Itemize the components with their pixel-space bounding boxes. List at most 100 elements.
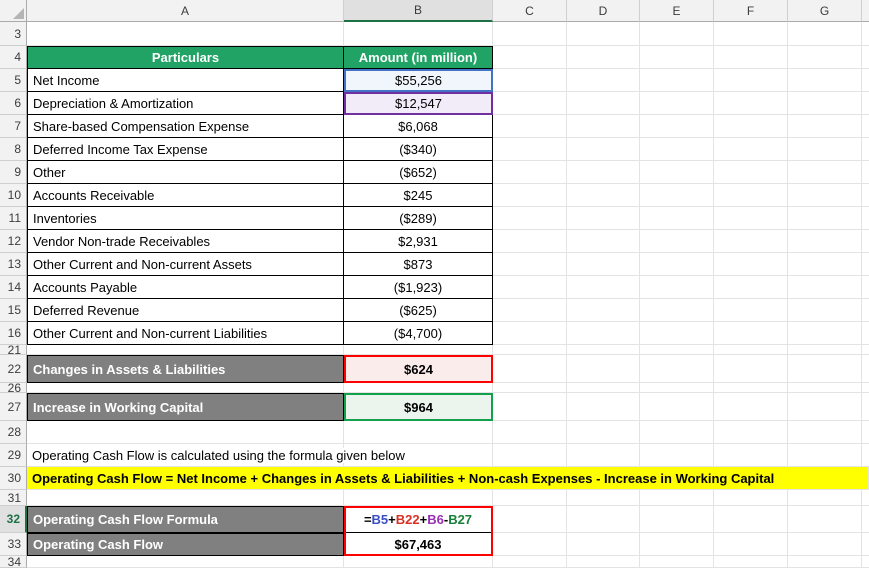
cell-a9-label[interactable]: Other — [27, 161, 344, 184]
grid-cell[interactable] — [714, 355, 788, 383]
col-header-d[interactable]: D — [567, 0, 640, 22]
cell-a14-label[interactable]: Accounts Payable — [27, 276, 344, 299]
grid-cell[interactable] — [567, 69, 640, 92]
grid-cell[interactable] — [788, 46, 862, 69]
grid-cell[interactable] — [862, 556, 869, 568]
col-header-e[interactable]: E — [640, 0, 714, 22]
cell-a4-particulars-header[interactable]: Particulars — [27, 46, 344, 69]
cell-a27-wc-label[interactable]: Increase in Working Capital — [27, 393, 344, 421]
col-header-a[interactable]: A — [27, 0, 344, 22]
row-header-12[interactable]: 12 — [0, 230, 27, 253]
col-header-partial[interactable] — [862, 0, 869, 22]
grid-cell[interactable] — [788, 22, 862, 46]
grid-cell[interactable] — [567, 115, 640, 138]
grid-cell[interactable] — [640, 490, 714, 506]
row-header-4[interactable]: 4 — [0, 46, 27, 69]
grid-cell[interactable] — [862, 299, 869, 322]
grid-cell[interactable] — [493, 115, 567, 138]
col-header-g[interactable]: G — [788, 0, 862, 22]
grid-cell[interactable] — [862, 506, 869, 533]
grid-cell[interactable] — [862, 444, 869, 467]
cell-a30-highlighted-formula[interactable]: Operating Cash Flow = Net Income + Chang… — [27, 467, 869, 490]
grid-cell[interactable] — [640, 393, 714, 421]
grid-cell[interactable] — [714, 161, 788, 184]
cell-a29-note[interactable]: Operating Cash Flow is calculated using … — [27, 444, 405, 467]
grid-cell[interactable] — [640, 184, 714, 207]
grid-cell[interactable] — [788, 355, 862, 383]
grid-cell[interactable] — [714, 345, 788, 355]
grid-cell[interactable] — [714, 22, 788, 46]
grid-cell[interactable] — [714, 421, 788, 444]
grid-cell[interactable] — [862, 207, 869, 230]
grid-cell[interactable] — [640, 92, 714, 115]
grid-cell[interactable] — [567, 207, 640, 230]
grid-cell[interactable] — [640, 345, 714, 355]
grid-cell[interactable] — [640, 69, 714, 92]
grid-cell[interactable] — [567, 383, 640, 393]
grid-cell[interactable] — [567, 556, 640, 568]
row-header-5[interactable]: 5 — [0, 69, 27, 92]
grid-cell[interactable] — [493, 345, 567, 355]
grid-cell[interactable] — [862, 230, 869, 253]
grid-cell[interactable] — [788, 421, 862, 444]
grid-cell[interactable] — [714, 230, 788, 253]
row-header-27[interactable]: 27 — [0, 393, 27, 421]
grid-cell[interactable] — [567, 421, 640, 444]
grid-cell[interactable] — [714, 138, 788, 161]
grid-cell[interactable] — [862, 92, 869, 115]
grid-cell[interactable] — [862, 253, 869, 276]
grid-cell[interactable] — [862, 46, 869, 69]
grid-cell[interactable] — [567, 253, 640, 276]
row-header-13[interactable]: 13 — [0, 253, 27, 276]
grid-cell[interactable] — [788, 184, 862, 207]
col-header-c[interactable]: C — [493, 0, 567, 22]
grid-cell[interactable] — [493, 207, 567, 230]
grid-cell[interactable] — [788, 506, 862, 533]
grid-cell[interactable] — [493, 383, 567, 393]
row-header-26[interactable]: 26 — [0, 383, 27, 393]
grid-cell[interactable] — [862, 322, 869, 345]
grid-cell[interactable] — [862, 355, 869, 383]
grid-cell[interactable] — [640, 22, 714, 46]
grid-cell[interactable] — [344, 490, 493, 506]
row-header-10[interactable]: 10 — [0, 184, 27, 207]
grid-cell[interactable] — [493, 421, 567, 444]
cell-b32-formula[interactable]: = B5 + B22 + B6 - B27 — [344, 506, 493, 533]
row-header-3[interactable]: 3 — [0, 22, 27, 46]
cell-a6-label[interactable]: Depreciation & Amortization — [27, 92, 344, 115]
grid-cell[interactable] — [714, 444, 788, 467]
grid-cell[interactable] — [714, 92, 788, 115]
grid-cell[interactable] — [862, 383, 869, 393]
grid-cell[interactable] — [493, 46, 567, 69]
cell-a5-label[interactable]: Net Income — [27, 69, 344, 92]
grid-cell[interactable] — [344, 345, 493, 355]
grid-cell[interactable] — [788, 230, 862, 253]
cell-b8-value[interactable]: ($340) — [344, 138, 493, 161]
grid-cell[interactable] — [567, 161, 640, 184]
grid-cell[interactable] — [714, 276, 788, 299]
grid-cell[interactable] — [714, 322, 788, 345]
grid-cell[interactable] — [862, 22, 869, 46]
grid-cell[interactable] — [493, 69, 567, 92]
grid-cell[interactable] — [714, 533, 788, 556]
cell-b4-amount-header[interactable]: Amount (in million) — [344, 46, 493, 69]
row-header-9[interactable]: 9 — [0, 161, 27, 184]
grid-cell[interactable] — [714, 253, 788, 276]
cell-a15-label[interactable]: Deferred Revenue — [27, 299, 344, 322]
grid-cell[interactable] — [862, 533, 869, 556]
cell-b14-value[interactable]: ($1,923) — [344, 276, 493, 299]
grid-cell[interactable] — [27, 383, 344, 393]
grid-cell[interactable] — [640, 115, 714, 138]
grid-cell[interactable] — [567, 506, 640, 533]
grid-cell[interactable] — [493, 138, 567, 161]
col-header-b[interactable]: B — [344, 0, 493, 22]
grid-cell[interactable] — [714, 69, 788, 92]
grid-cell[interactable] — [862, 421, 869, 444]
cell-b6-value[interactable]: $12,547 — [344, 92, 493, 115]
cell-a8-label[interactable]: Deferred Income Tax Expense — [27, 138, 344, 161]
cell-a33-result-label[interactable]: Operating Cash Flow — [27, 533, 344, 556]
cell-a11-label[interactable]: Inventories — [27, 207, 344, 230]
grid-cell[interactable] — [788, 345, 862, 355]
grid-cell[interactable] — [788, 92, 862, 115]
cell-b15-value[interactable]: ($625) — [344, 299, 493, 322]
